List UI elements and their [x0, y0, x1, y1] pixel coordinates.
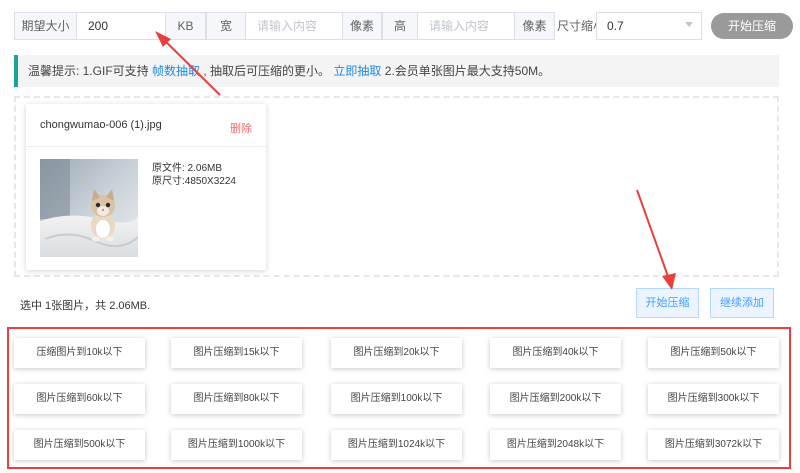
extract-now-link[interactable]: 立即抽取	[333, 64, 381, 78]
top-compress-button[interactable]: 开始压缩	[711, 13, 793, 39]
preset-compress-button[interactable]: 图片压缩到500k以下	[14, 430, 145, 460]
expected-size-label: 期望大小	[14, 12, 77, 40]
start-compress-button[interactable]: 开始压缩	[636, 288, 699, 318]
width-label: 宽	[206, 12, 246, 40]
preset-compress-button[interactable]: 图片压缩到15k以下	[171, 338, 302, 368]
height-label: 高	[382, 12, 418, 40]
file-name: chongwumao-006 (1).jpg	[40, 119, 162, 131]
preset-compress-button[interactable]: 图片压缩到1000k以下	[171, 430, 302, 460]
notice-prefix: 温馨提示: 1.GIF可支持	[28, 64, 149, 78]
continue-add-button[interactable]: 继续添加	[710, 288, 774, 318]
compression-toolbar: 期望大小 200 KB 宽 请输入内容 像素 高 请输入内容 像素 尺寸缩小 0…	[14, 12, 794, 42]
notice-middle: , 抽取后可压缩的更小。	[203, 64, 331, 78]
size-unit-label: KB	[165, 12, 206, 40]
width-unit-label: 像素	[342, 12, 382, 40]
preset-compress-button[interactable]: 图片压缩到80k以下	[171, 384, 302, 414]
frame-extract-link[interactable]: 帧数抽取	[152, 64, 200, 78]
file-card: chongwumao-006 (1).jpg 删除 原文件: 2.06MB 原尺…	[26, 104, 266, 270]
preset-compress-button[interactable]: 图片压缩到1024k以下	[331, 430, 462, 460]
chevron-down-icon	[685, 22, 693, 27]
preset-compress-button[interactable]: 图片压缩到100k以下	[331, 384, 462, 414]
preset-compress-button[interactable]: 图片压缩到3072k以下	[648, 430, 779, 460]
preset-compress-button[interactable]: 图片压缩到40k以下	[490, 338, 621, 368]
kitten-photo	[40, 159, 138, 257]
selection-summary: 选中 1张图片，共 2.06MB.	[20, 300, 151, 312]
original-dimensions: 原尺寸:4850X3224	[152, 176, 236, 187]
tip-notice: 温馨提示: 1.GIF可支持 帧数抽取 , 抽取后可压缩的更小。 立即抽取 2.…	[14, 55, 779, 87]
expected-size-input[interactable]: 200	[76, 12, 166, 40]
file-info: 原文件: 2.06MB 原尺寸:4850X3224	[152, 162, 236, 188]
width-input[interactable]: 请输入内容	[245, 12, 343, 40]
preset-compress-button[interactable]: 图片压缩到2048k以下	[490, 430, 621, 460]
preset-compress-button[interactable]: 图片压缩到200k以下	[490, 384, 621, 414]
height-input[interactable]: 请输入内容	[417, 12, 515, 40]
original-size: 原文件: 2.06MB	[152, 163, 223, 174]
preset-compress-button[interactable]: 图片压缩到60k以下	[14, 384, 145, 414]
delete-file-button[interactable]: 删除	[230, 120, 252, 136]
divider	[26, 146, 266, 147]
scale-select[interactable]: 0.7	[596, 12, 702, 40]
preset-compress-button[interactable]: 压缩图片到10k以下	[14, 338, 145, 368]
preset-compress-button[interactable]: 图片压缩到300k以下	[648, 384, 779, 414]
preset-compress-button[interactable]: 图片压缩到20k以下	[331, 338, 462, 368]
image-thumbnail	[40, 159, 138, 257]
height-unit-label: 像素	[514, 12, 555, 40]
scale-value: 0.7	[607, 19, 624, 33]
preset-compress-button[interactable]: 图片压缩到50k以下	[648, 338, 779, 368]
notice-suffix: 2.会员单张图片最大支持50M。	[384, 64, 551, 78]
